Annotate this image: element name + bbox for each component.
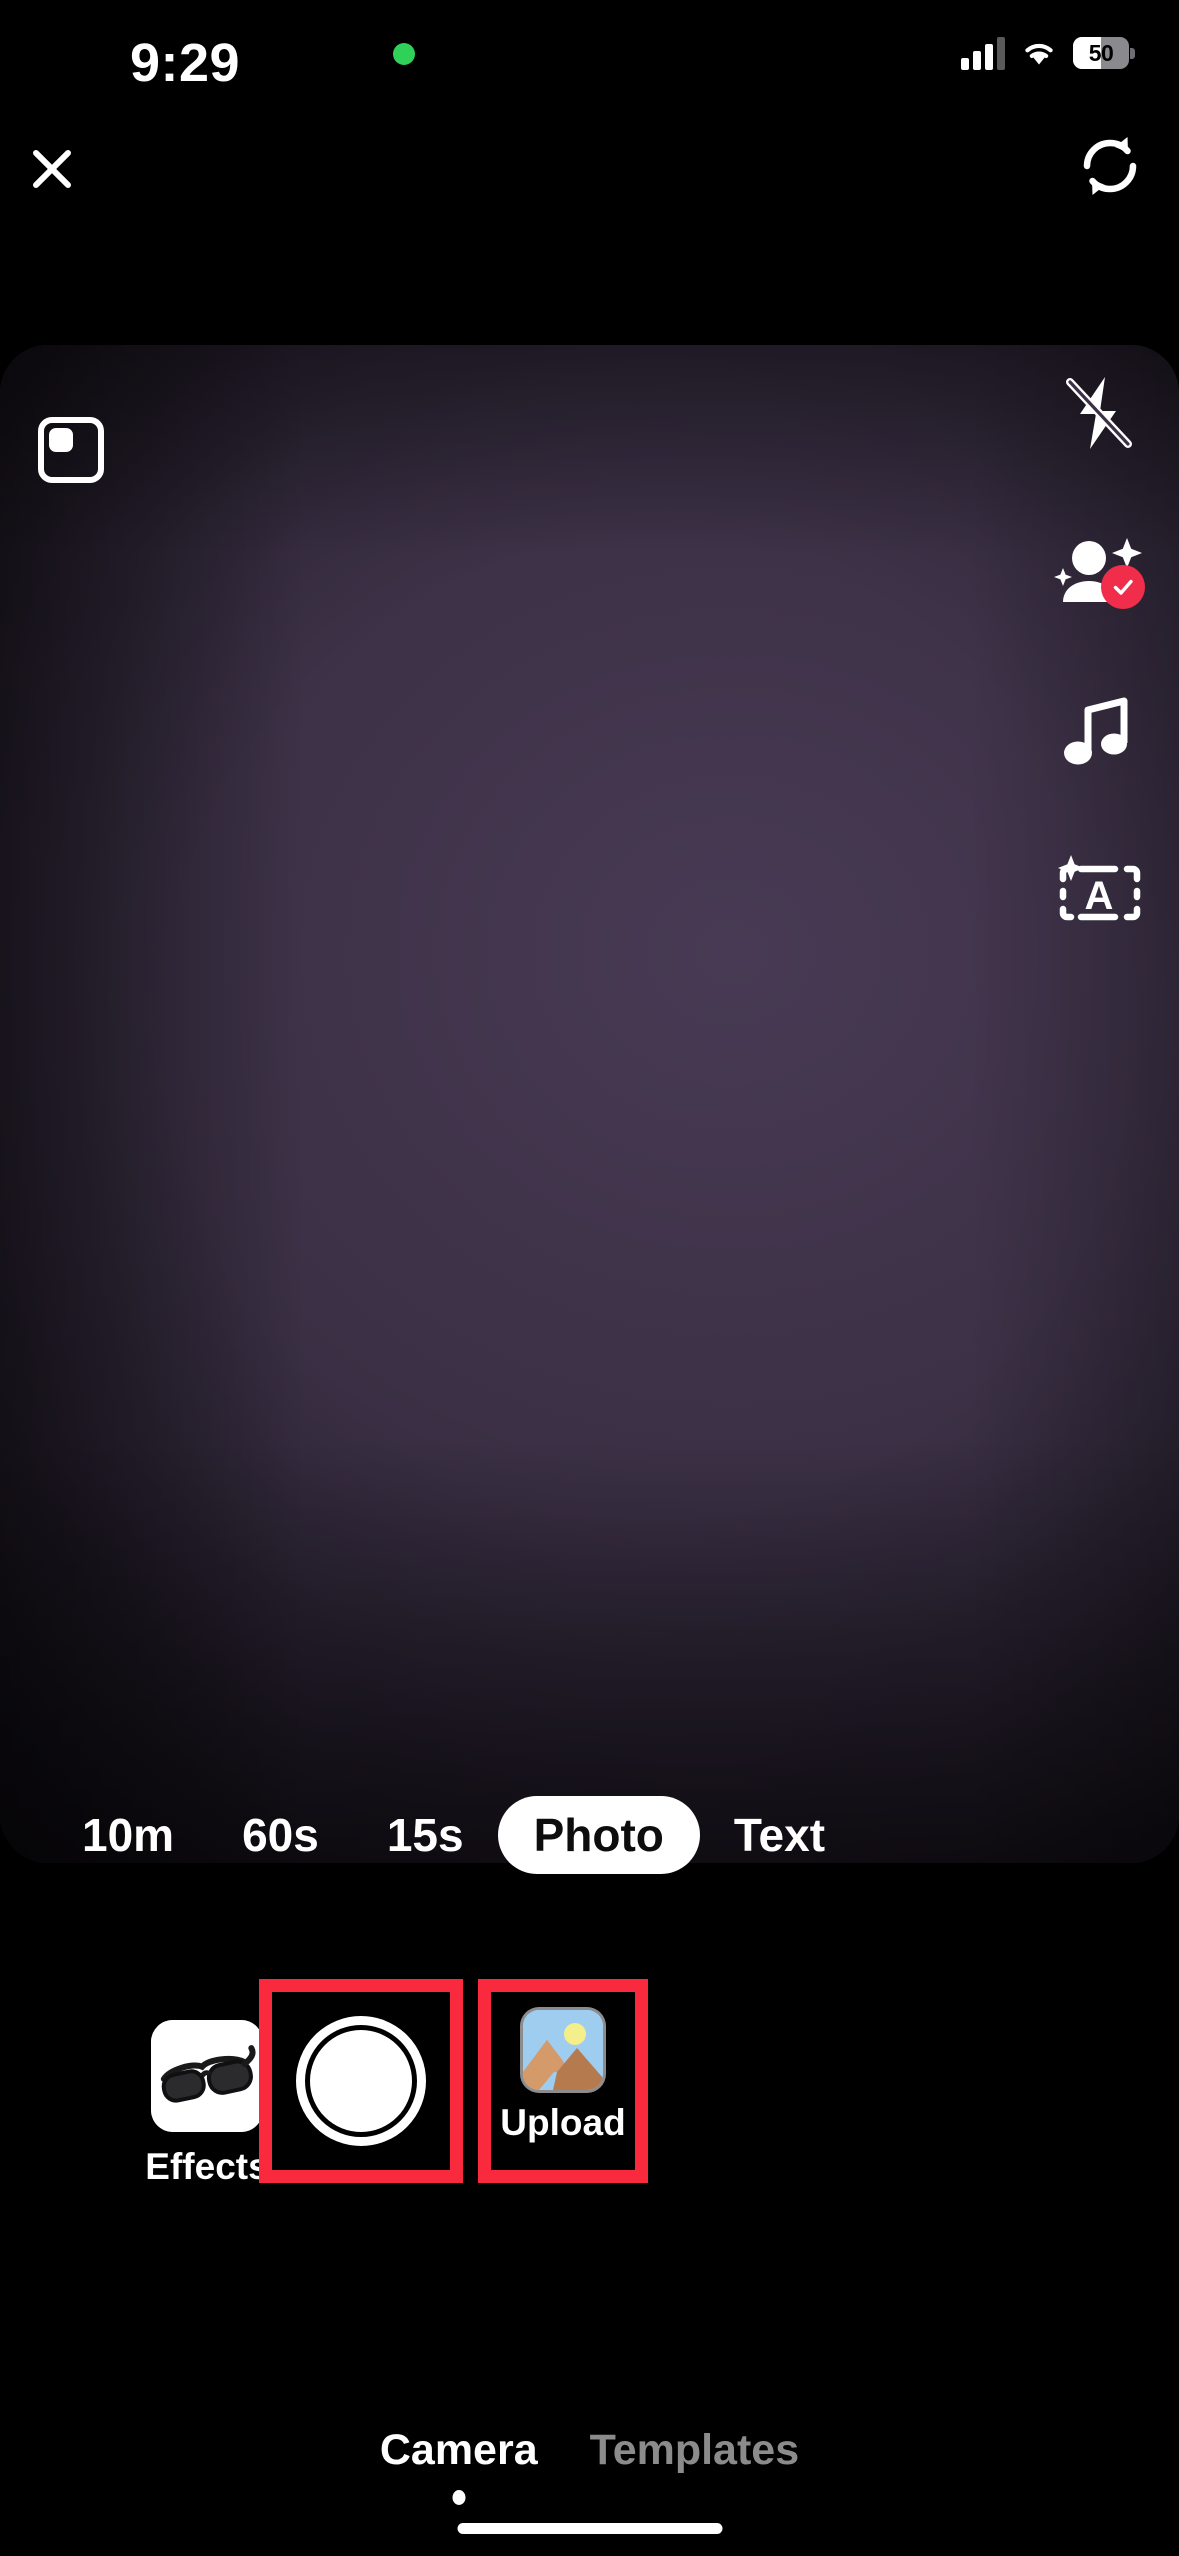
mode-option-60s[interactable]: 60s — [208, 1785, 353, 1885]
active-tab-dot — [452, 2489, 466, 2505]
mode-option-text[interactable]: Text — [700, 1785, 859, 1885]
status-bar-time: 9:29 — [129, 33, 241, 93]
viewfinder-preview — [0, 345, 1179, 1863]
mode-option-15s[interactable]: 15s — [353, 1785, 498, 1885]
cellular-signal-icon — [961, 36, 1005, 70]
status-bar-icons: 50 — [961, 36, 1135, 70]
photo-landscape-icon — [523, 2010, 603, 2090]
aspect-ratio-icon[interactable] — [38, 417, 104, 483]
camera-screen: 9:29 50 A 10m 60s 15s Photo Text Effects… — [0, 0, 1179, 2556]
mode-option-10m[interactable]: 10m — [48, 1785, 208, 1885]
tab-templates[interactable]: Templates — [590, 2426, 800, 2475]
camera-viewfinder[interactable]: A — [0, 345, 1179, 1863]
shutter-button-inner[interactable] — [310, 2030, 412, 2132]
tab-camera-label: Camera — [379, 2425, 538, 2474]
recording-indicator-dot — [393, 43, 415, 65]
wifi-icon — [1019, 37, 1059, 69]
enhance-person-icon[interactable] — [1019, 525, 1179, 621]
upload-button[interactable]: Upload — [478, 2010, 648, 2144]
tab-camera[interactable]: Camera — [379, 2425, 538, 2505]
tab-templates-label: Templates — [589, 2425, 800, 2474]
sunglasses-effect-icon — [151, 2020, 263, 2132]
capture-mode-selector[interactable]: 10m 60s 15s Photo Text — [0, 1785, 1179, 1885]
camera-flip-icon[interactable] — [1071, 127, 1149, 205]
upload-label: Upload — [500, 2102, 626, 2143]
status-bar: 9:29 50 — [0, 0, 1179, 120]
music-note-icon[interactable] — [1019, 685, 1179, 781]
auto-caption-icon[interactable]: A — [1019, 845, 1179, 941]
flash-off-icon[interactable] — [1019, 365, 1179, 461]
battery-percent-label: 50 — [1088, 39, 1114, 66]
bottom-tab-bar: Camera Templates — [0, 2410, 1179, 2505]
battery-icon: 50 — [1073, 37, 1135, 69]
svg-text:A: A — [1085, 874, 1114, 918]
camera-top-bar — [0, 125, 1179, 220]
close-icon[interactable] — [18, 135, 86, 203]
enhance-enabled-badge — [1101, 565, 1145, 609]
camera-tools-rail: A — [1019, 365, 1179, 1005]
mode-option-photo[interactable]: Photo — [497, 1796, 700, 1874]
home-indicator — [457, 2523, 722, 2534]
camera-controls: Effects Upload — [0, 1900, 1179, 2320]
